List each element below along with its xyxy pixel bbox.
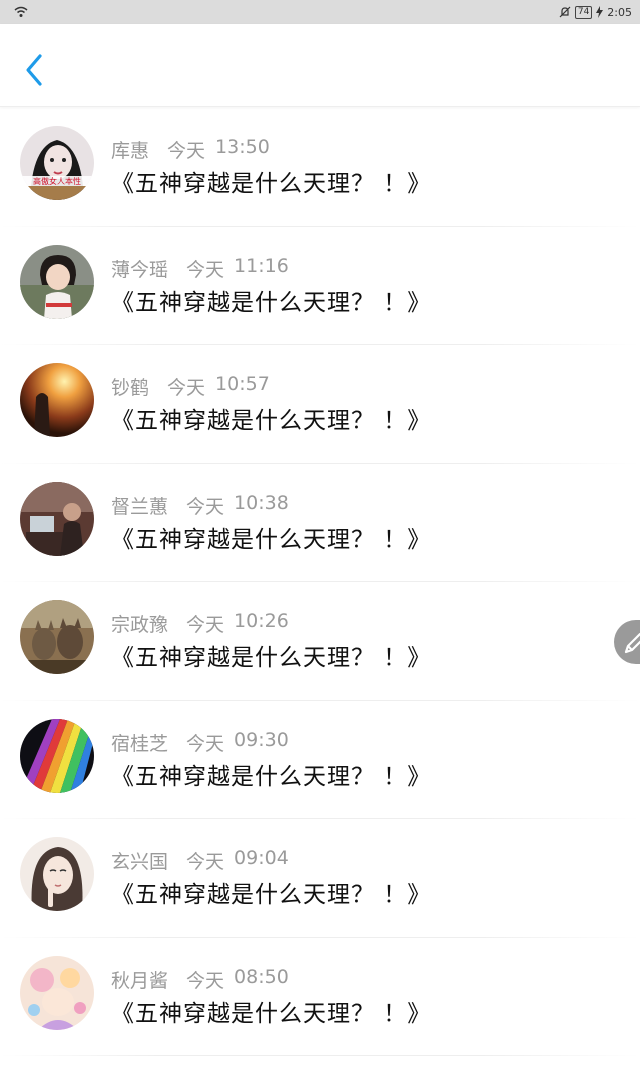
mute-bell-icon xyxy=(559,6,571,18)
time-label: 08:50 xyxy=(234,965,289,988)
avatar[interactable] xyxy=(20,955,94,1030)
day-label: 今天 xyxy=(186,851,225,873)
day-label: 今天 xyxy=(186,969,225,992)
list-item[interactable]: 玄兴国 今天 09:04 《五神穿越是什么天理？ ！》 xyxy=(0,819,640,938)
avatar[interactable] xyxy=(20,600,94,674)
pencil-icon xyxy=(624,632,640,654)
message-title: 《五神穿越是什么天理？ ！》 xyxy=(111,171,432,197)
list-item[interactable]: 宿桂芝 今天 09:30 《五神穿越是什么天理？ ！》 xyxy=(0,701,640,819)
message-title: 《五神穿越是什么天理？ ！》 xyxy=(111,1000,432,1027)
message-title: 《五神穿越是什么天理？ ！》 xyxy=(111,408,432,434)
wifi-icon xyxy=(14,6,28,17)
sender-name: 钞鹤 xyxy=(111,377,150,399)
status-bar: 74 2:05 xyxy=(0,0,640,24)
message-meta: 秋月酱 今天 08:50 xyxy=(111,965,289,992)
battery-level: 74 xyxy=(574,5,593,19)
avatar[interactable] xyxy=(20,363,94,437)
sender-name: 玄兴国 xyxy=(111,851,169,873)
message-list: 高傲女人本性 库惠 今天 13:50 《五神穿越是什么天理？ ！》 薄今瑶 今天 1… xyxy=(0,108,640,1056)
message-meta: 督兰蕙 今天 10:38 xyxy=(111,491,289,518)
day-label: 今天 xyxy=(186,495,225,518)
message-meta: 宿桂芝 今天 09:30 xyxy=(111,728,289,755)
time-label: 10:26 xyxy=(234,610,289,632)
list-item[interactable]: 高傲女人本性 库惠 今天 13:50 《五神穿越是什么天理？ ！》 xyxy=(0,108,640,227)
avatar[interactable] xyxy=(20,244,94,319)
message-meta: 库惠 今天 13:50 xyxy=(111,136,270,162)
day-label: 今天 xyxy=(167,140,206,162)
day-label: 今天 xyxy=(186,258,225,281)
message-meta: 薄今瑶 今天 11:16 xyxy=(111,254,289,281)
message-title: 《五神穿越是什么天理？ ！》 xyxy=(111,289,432,316)
message-meta: 宗政豫 今天 10:26 xyxy=(111,610,289,636)
message-meta: 玄兴国 今天 09:04 xyxy=(111,847,289,873)
sender-name: 秋月酱 xyxy=(111,969,169,992)
divider xyxy=(0,1055,640,1056)
time-label: 10:57 xyxy=(215,373,270,395)
message-title: 《五神穿越是什么天理？ ！》 xyxy=(111,526,432,553)
message-title: 《五神穿越是什么天理？ ！》 xyxy=(111,882,432,908)
time-label: 13:50 xyxy=(215,136,270,158)
list-item[interactable]: 钞鹤 今天 10:57 《五神穿越是什么天理？ ！》 xyxy=(0,345,640,464)
avatar[interactable]: 高傲女人本性 xyxy=(20,126,94,200)
message-title: 《五神穿越是什么天理？ ！》 xyxy=(111,763,432,790)
list-item[interactable]: 薄今瑶 今天 11:16 《五神穿越是什么天理？ ！》 xyxy=(0,227,640,345)
status-time: 2:05 xyxy=(607,5,632,19)
charging-icon xyxy=(596,6,604,18)
sender-name: 库惠 xyxy=(111,140,150,162)
avatar[interactable] xyxy=(20,837,94,911)
time-label: 10:38 xyxy=(234,491,289,514)
status-right: 74 2:05 xyxy=(559,4,632,20)
avatar[interactable] xyxy=(20,481,94,556)
message-meta: 钞鹤 今天 10:57 xyxy=(111,373,270,399)
avatar-caption: 高傲女人本性 xyxy=(33,176,81,186)
avatar[interactable] xyxy=(20,718,94,793)
sender-name: 薄今瑶 xyxy=(111,258,169,281)
list-item[interactable]: 宗政豫 今天 10:26 《五神穿越是什么天理？ ！》 xyxy=(0,582,640,701)
day-label: 今天 xyxy=(186,732,225,755)
message-title: 《五神穿越是什么天理？ ！》 xyxy=(111,645,432,671)
sender-name: 督兰蕙 xyxy=(111,495,169,518)
sender-name: 宗政豫 xyxy=(111,614,169,636)
time-label: 09:30 xyxy=(234,728,289,751)
time-label: 11:16 xyxy=(234,254,289,277)
list-item[interactable]: 督兰蕙 今天 10:38 《五神穿越是什么天理？ ！》 xyxy=(0,464,640,582)
back-chevron-icon[interactable] xyxy=(20,50,50,90)
time-label: 09:04 xyxy=(234,847,289,869)
top-bar xyxy=(0,24,640,107)
sender-name: 宿桂芝 xyxy=(111,732,169,755)
day-label: 今天 xyxy=(186,614,225,636)
list-item[interactable]: 秋月酱 今天 08:50 《五神穿越是什么天理？ ！》 xyxy=(0,938,640,1056)
day-label: 今天 xyxy=(167,377,206,399)
